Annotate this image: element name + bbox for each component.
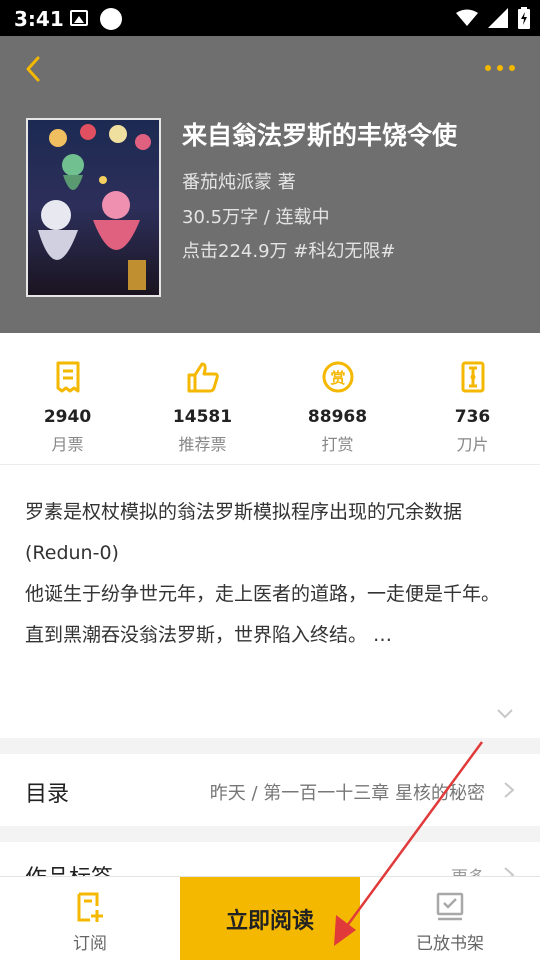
table-of-contents-row[interactable]: 目录 昨天 / 第一百一十三章 星核的秘密 (0, 754, 540, 826)
image-notification-icon (70, 10, 88, 26)
stats-row: 2940 月票 14581 推荐票 赏 88968 打赏 736 刀片 (0, 333, 540, 465)
subscribe-label: 订阅 (73, 934, 107, 954)
stat-value: 2940 (43, 407, 92, 427)
stat-value: 88968 (307, 407, 368, 427)
bookshelf-check-icon (436, 892, 464, 921)
cover-art (28, 120, 159, 295)
wifi-icon (456, 9, 478, 26)
monthly-ticket-icon (56, 361, 79, 393)
status-bar: 3:41 (0, 0, 540, 36)
reward-coin-icon: 赏 (322, 361, 353, 393)
stat-recommend-ticket[interactable]: 14581 推荐票 (135, 333, 270, 464)
more-options-button[interactable] (480, 56, 520, 80)
book-header: 来自翁法罗斯的丰饶令使 番茄炖派蒙 著 30.5万字 / 连载中 点击224.9… (0, 36, 540, 333)
stat-value: 14581 (172, 407, 233, 427)
svg-text:赏: 赏 (330, 369, 345, 387)
book-author[interactable]: 番茄炖派蒙 著 (182, 168, 296, 194)
back-arrow-icon[interactable] (18, 52, 52, 86)
chevron-right-icon (504, 782, 515, 798)
stat-label: 月票 (51, 435, 84, 454)
bottom-action-bar: 订阅 立即阅读 已放书架 (0, 876, 540, 960)
description-line: 罗素是权杖模拟的翁法罗斯模拟程序出现的冗余数据(Redun-0) (25, 501, 463, 564)
book-word-count-status: 30.5万字 / 连载中 (182, 207, 330, 228)
stat-label: 打赏 (321, 435, 354, 454)
book-title: 来自翁法罗斯的丰饶令使 (182, 121, 458, 150)
stat-monthly-ticket[interactable]: 2940 月票 (0, 333, 135, 464)
stat-reward[interactable]: 赏 88968 打赏 (270, 333, 405, 464)
description-line: 直到黑潮吞没翁法罗斯，世界陷入终结。 … (25, 624, 393, 646)
subscribe-icon (77, 892, 103, 922)
stat-label: 推荐票 (178, 435, 227, 454)
book-cover[interactable] (26, 118, 161, 297)
book-clicks-tag: 点击224.9万 #科幻无限# (182, 241, 396, 262)
section-divider (0, 738, 540, 754)
signal-icon (488, 8, 508, 28)
read-now-button[interactable]: 立即阅读 (180, 877, 360, 960)
section-divider (0, 826, 540, 842)
subscribe-button[interactable]: 订阅 (0, 877, 180, 960)
stat-label: 刀片 (456, 435, 489, 454)
toc-label: 目录 (25, 782, 70, 807)
battery-icon (518, 7, 530, 29)
stat-value: 736 (454, 407, 491, 427)
book-description[interactable]: 罗素是权杖模拟的翁法罗斯模拟程序出现的冗余数据(Redun-0) 他诞生于纷争世… (25, 492, 520, 656)
toc-latest-chapter: 昨天 / 第一百一十三章 星核的秘密 (209, 783, 485, 804)
shelf-button[interactable]: 已放书架 (360, 877, 540, 960)
thumbs-up-icon (187, 362, 219, 393)
stat-blade[interactable]: 736 刀片 (405, 333, 540, 464)
shelf-label: 已放书架 (416, 934, 484, 954)
blade-icon (461, 361, 484, 393)
status-time: 3:41 (14, 7, 64, 31)
description-line: 他诞生于纷争世元年，走上医者的道路，一走便是千年。 (25, 583, 501, 605)
chevron-down-icon[interactable] (496, 704, 514, 722)
system-icons (456, 7, 530, 29)
circle-notification-icon (100, 8, 122, 30)
